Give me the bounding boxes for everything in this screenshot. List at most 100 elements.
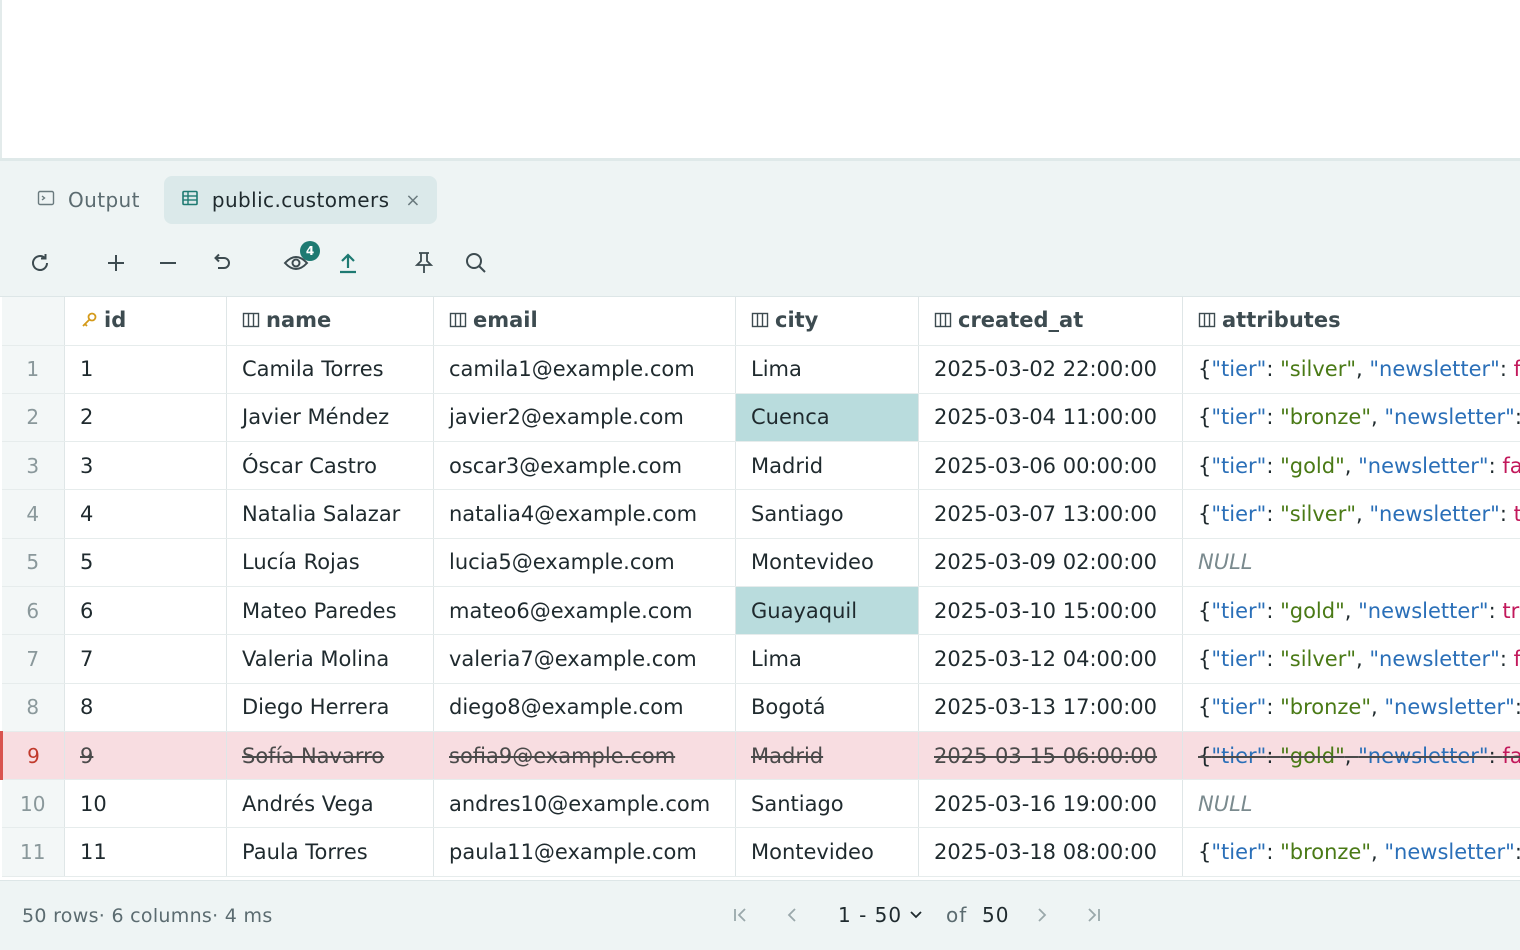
pin-icon[interactable] [408,247,440,279]
cell-id[interactable]: 5 [64,538,227,587]
cell-email[interactable]: valeria7@example.com [433,634,736,684]
cell-created-at[interactable]: 2025-03-06 00:00:00 [918,441,1183,491]
cell-name[interactable]: Camila Torres [226,345,434,394]
cell-city[interactable]: Lima [735,634,919,684]
revert-icon[interactable] [205,247,237,279]
cell-id[interactable]: 3 [64,441,227,491]
search-icon[interactable] [460,247,492,279]
cell-id[interactable]: 4 [64,489,227,539]
cell-email[interactable]: paula11@example.com [433,827,736,877]
table-row[interactable]: 9 9 Sofía Navarro sofia9@example.com Madrid 2… [0,731,1520,781]
table-row[interactable]: 5 5 Lucía Rojas lucia5@example.com Montevide… [1,538,1520,587]
cell-city[interactable]: Montevideo [735,538,919,587]
cell-name[interactable]: Óscar Castro [226,441,434,491]
previous-page-icon[interactable] [780,903,804,927]
table-row[interactable]: 10 10 Andrés Vega andres10@example.com Santi… [1,779,1520,829]
column-header-name[interactable]: name [226,297,434,346]
cell-attributes[interactable]: {"tier": "bronze", "newsletter": [1182,827,1520,877]
cell-created-at[interactable]: 2025-03-09 02:00:00 [918,538,1183,587]
add-row-icon[interactable] [100,247,132,279]
cell-created-at[interactable]: 2025-03-02 22:00:00 [918,345,1183,394]
cell-email[interactable]: lucia5@example.com [433,538,736,587]
cell-email[interactable]: oscar3@example.com [433,441,736,491]
cell-city[interactable]: Madrid [735,441,919,491]
table-row[interactable]: 1 1 Camila Torres camila1@example.com Lima 20… [1,345,1520,394]
cell-city[interactable]: Montevideo [735,827,919,877]
cell-attributes[interactable]: NULL [1182,779,1520,829]
table-row[interactable]: 3 3 Óscar Castro oscar3@example.com Madrid 20… [1,441,1520,491]
cell-name[interactable]: Mateo Paredes [226,586,434,636]
refresh-icon[interactable] [24,247,56,279]
cell-id[interactable]: 7 [64,634,227,684]
column-header-created-at[interactable]: created_at [918,297,1183,346]
cell-attributes[interactable]: {"tier": "silver", "newsletter": fa [1182,634,1520,684]
cell-name[interactable]: Andrés Vega [226,779,434,829]
table-row[interactable]: 8 8 Diego Herrera diego8@example.com Bogotá 2… [1,683,1520,732]
table-row[interactable]: 7 7 Valeria Molina valeria7@example.com Lima… [1,634,1520,684]
cell-name[interactable]: Javier Méndez [226,393,434,443]
table-row[interactable]: 11 11 Paula Torres paula11@example.com Monte… [1,827,1520,877]
cell-created-at[interactable]: 2025-03-15 06:00:00 [918,731,1183,781]
editor-area[interactable] [0,0,1520,158]
data-grid[interactable]: id name email city created_at attributes… [0,296,1520,880]
cell-email[interactable]: sofia9@example.com [433,731,736,781]
cell-id[interactable]: 6 [64,586,227,636]
last-page-icon[interactable] [1082,903,1106,927]
cell-attributes[interactable]: {"tier": "gold", "newsletter": fa [1182,441,1520,491]
cell-attributes[interactable]: {"tier": "bronze", "newsletter": [1182,393,1520,443]
cell-city[interactable]: Guayaquil [735,586,919,636]
cell-name[interactable]: Valeria Molina [226,634,434,684]
cell-attributes[interactable]: NULL [1182,538,1520,587]
delete-row-icon[interactable] [152,247,184,279]
submit-icon[interactable] [332,247,364,279]
cell-city[interactable]: Santiago [735,779,919,829]
cell-email[interactable]: diego8@example.com [433,683,736,732]
column-header-city[interactable]: city [735,297,919,346]
table-row[interactable]: 4 4 Natalia Salazar natalia4@example.com San… [1,489,1520,539]
page-range-select[interactable]: 1 - 50 [838,903,924,927]
tab-public-customers[interactable]: public.customers × [163,176,437,224]
cell-id[interactable]: 9 [64,731,227,781]
cell-attributes[interactable]: {"tier": "gold", "newsletter": fa [1182,731,1520,781]
cell-name[interactable]: Paula Torres [226,827,434,877]
cell-city[interactable]: Bogotá [735,683,919,732]
cell-city[interactable]: Cuenca [735,393,919,443]
cell-name[interactable]: Lucía Rojas [226,538,434,587]
cell-id[interactable]: 8 [64,683,227,732]
cell-city[interactable]: Madrid [735,731,919,781]
column-header-id[interactable]: id [64,297,227,346]
cell-attributes[interactable]: {"tier": "silver", "newsletter": tr [1182,489,1520,539]
cell-email[interactable]: camila1@example.com [433,345,736,394]
cell-created-at[interactable]: 2025-03-18 08:00:00 [918,827,1183,877]
cell-city[interactable]: Lima [735,345,919,394]
column-header-email[interactable]: email [433,297,736,346]
cell-created-at[interactable]: 2025-03-04 11:00:00 [918,393,1183,443]
cell-created-at[interactable]: 2025-03-10 15:00:00 [918,586,1183,636]
cell-created-at[interactable]: 2025-03-07 13:00:00 [918,489,1183,539]
cell-email[interactable]: mateo6@example.com [433,586,736,636]
table-row[interactable]: 6 6 Mateo Paredes mateo6@example.com Guayaqu… [1,586,1520,636]
cell-created-at[interactable]: 2025-03-16 19:00:00 [918,779,1183,829]
first-page-icon[interactable] [728,903,752,927]
cell-attributes[interactable]: {"tier": "gold", "newsletter": tru [1182,586,1520,636]
cell-id[interactable]: 11 [64,827,227,877]
cell-attributes[interactable]: {"tier": "bronze", "newsletter": [1182,683,1520,732]
cell-email[interactable]: javier2@example.com [433,393,736,443]
tab-output[interactable]: Output [20,176,156,224]
cell-city[interactable]: Santiago [735,489,919,539]
cell-name[interactable]: Sofía Navarro [226,731,434,781]
next-page-icon[interactable] [1030,903,1054,927]
preview-changes-icon[interactable]: 4 [280,241,320,279]
close-icon[interactable]: × [405,190,420,211]
cell-id[interactable]: 1 [64,345,227,394]
cell-created-at[interactable]: 2025-03-13 17:00:00 [918,683,1183,732]
cell-id[interactable]: 2 [64,393,227,443]
cell-id[interactable]: 10 [64,779,227,829]
cell-email[interactable]: natalia4@example.com [433,489,736,539]
table-row[interactable]: 2 2 Javier Méndez javier2@example.com Cuenca… [1,393,1520,443]
cell-name[interactable]: Natalia Salazar [226,489,434,539]
cell-email[interactable]: andres10@example.com [433,779,736,829]
cell-attributes[interactable]: {"tier": "silver", "newsletter": fa [1182,345,1520,394]
cell-created-at[interactable]: 2025-03-12 04:00:00 [918,634,1183,684]
column-header-attributes[interactable]: attributes [1182,297,1520,346]
